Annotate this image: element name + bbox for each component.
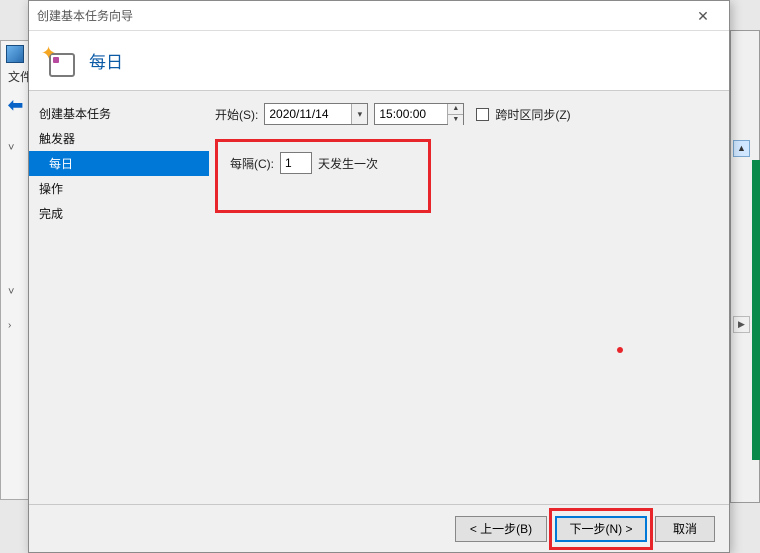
back-arrow-icon: ⬅ bbox=[8, 95, 30, 117]
titlebar: 创建基本任务向导 ✕ bbox=[29, 1, 729, 31]
time-spinner[interactable]: ▲ ▼ bbox=[447, 104, 463, 124]
scroll-up-icon: ▲ bbox=[733, 140, 750, 157]
start-time-picker[interactable]: ▲ ▼ bbox=[374, 103, 464, 125]
wizard-footer: < 上一步(B) 下一步(N) > 取消 bbox=[29, 504, 729, 552]
recur-days-input[interactable] bbox=[280, 152, 312, 174]
start-date-picker[interactable]: ▾ bbox=[264, 103, 368, 125]
next-button[interactable]: 下一步(N) > bbox=[555, 516, 647, 542]
back-button[interactable]: < 上一步(B) bbox=[455, 516, 547, 542]
annotation-dot bbox=[617, 347, 623, 353]
step-trigger[interactable]: 触发器 bbox=[29, 126, 209, 151]
highlight-recurrence-box: 每隔(C): 天发生一次 bbox=[215, 139, 431, 213]
step-action[interactable]: 操作 bbox=[29, 176, 209, 201]
step-finish[interactable]: 完成 bbox=[29, 201, 209, 226]
scroll-right-icon: ▶ bbox=[733, 316, 750, 333]
recur-label: 每隔(C): bbox=[230, 155, 274, 172]
tree-chevron-icon: ˅ bbox=[8, 142, 14, 154]
step-create-basic-task[interactable]: 创建基本任务 bbox=[29, 101, 209, 126]
recur-suffix: 天发生一次 bbox=[318, 155, 378, 172]
recur-row: 每隔(C): 天发生一次 bbox=[230, 152, 416, 174]
wizard-steps-sidebar: 创建基本任务 触发器 每日 操作 完成 bbox=[29, 91, 209, 504]
cancel-button[interactable]: 取消 bbox=[655, 516, 715, 542]
close-icon: ✕ bbox=[697, 8, 709, 24]
tree-chevron-icon: ˅ bbox=[8, 286, 14, 298]
wizard-header: ✦ 每日 bbox=[29, 31, 729, 91]
chevron-down-icon[interactable]: ▾ bbox=[351, 104, 367, 124]
start-time-input[interactable] bbox=[375, 104, 447, 124]
tree-caret-icon: › bbox=[8, 320, 11, 331]
background-app-icon bbox=[6, 45, 24, 63]
step-daily[interactable]: 每日 bbox=[29, 151, 209, 176]
window-title: 创建基本任务向导 bbox=[37, 7, 133, 24]
wizard-content: 开始(S): ▾ ▲ ▼ 跨时区同步(Z) bbox=[209, 91, 729, 504]
start-row: 开始(S): ▾ ▲ ▼ 跨时区同步(Z) bbox=[215, 103, 713, 125]
start-date-input[interactable] bbox=[265, 104, 351, 124]
start-label: 开始(S): bbox=[215, 106, 258, 123]
background-accent-strip bbox=[752, 160, 760, 460]
close-button[interactable]: ✕ bbox=[683, 5, 723, 27]
spin-down-icon[interactable]: ▼ bbox=[448, 115, 463, 125]
sync-timezone-checkbox[interactable] bbox=[476, 108, 489, 121]
wizard-dialog: 创建基本任务向导 ✕ ✦ 每日 创建基本任务 触发器 每日 操作 完成 开始(S… bbox=[28, 0, 730, 553]
spin-up-icon[interactable]: ▲ bbox=[448, 104, 463, 115]
calendar-new-icon: ✦ bbox=[43, 45, 75, 77]
sync-timezone-label: 跨时区同步(Z) bbox=[495, 106, 570, 123]
page-title: 每日 bbox=[89, 48, 123, 73]
wizard-body: 创建基本任务 触发器 每日 操作 完成 开始(S): ▾ ▲ bbox=[29, 91, 729, 504]
